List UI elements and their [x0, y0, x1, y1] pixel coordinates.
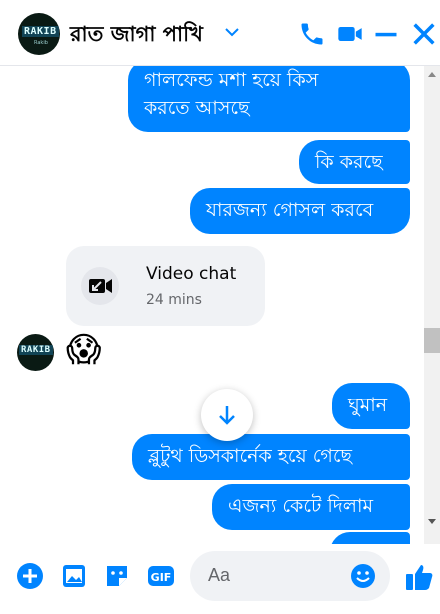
contact-avatar[interactable]: RAKIB Rakib	[18, 13, 60, 55]
emoji-icon[interactable]	[350, 563, 376, 589]
reaction-emoji[interactable]: 😱	[66, 330, 101, 370]
video-chat-duration: 24 mins	[146, 292, 202, 308]
svg-text:GIF: GIF	[151, 571, 172, 584]
avatar-label: RAKIB	[19, 345, 53, 355]
message-bubble[interactable]: ঘুমান	[332, 383, 410, 429]
message-bubble[interactable]: কি করছে	[299, 140, 410, 184]
scrollbar-thumb[interactable]	[424, 328, 440, 353]
photo-icon[interactable]	[59, 561, 89, 591]
message-text: করতে আসছে	[144, 97, 250, 119]
sticker-icon[interactable]	[102, 561, 132, 591]
scrollbar[interactable]	[424, 66, 440, 544]
message-bubble[interactable]: ব্লুটুথ ডিসকার্নেক হয়ে গেছে	[132, 434, 410, 480]
chat-header: RAKIB Rakib রাত জাগা পাখি	[0, 0, 440, 66]
minimize-icon[interactable]	[372, 20, 400, 48]
message-text: যারজন্য গোসল করবে	[206, 199, 374, 221]
video-chat-card[interactable]: Video chat 24 mins	[66, 246, 265, 326]
like-icon[interactable]	[403, 561, 435, 593]
chevron-down-icon[interactable]	[222, 22, 242, 42]
scroll-up-arrow-icon[interactable]	[427, 70, 437, 78]
message-bubble[interactable]	[330, 532, 410, 544]
message-input[interactable]	[206, 564, 350, 587]
avatar-sublabel: Rakib	[34, 40, 48, 46]
video-chat-icon	[81, 267, 119, 305]
message-text: কি করছে	[315, 151, 383, 173]
phone-call-icon[interactable]	[298, 20, 326, 48]
message-bubble[interactable]: যারজন্য গোসল করবে	[190, 188, 410, 234]
message-bubble[interactable]: গালফেন্ড মশা হয়ে কিস করতে আসছে	[128, 66, 410, 132]
arrow-down-icon	[219, 406, 235, 425]
message-composer[interactable]	[190, 551, 390, 601]
message-text: এজন্য কেটে দিলাম	[228, 495, 374, 517]
close-icon[interactable]	[410, 20, 438, 48]
plus-circle-icon[interactable]	[15, 561, 45, 591]
video-call-icon[interactable]	[336, 20, 364, 48]
contact-avatar-small[interactable]: RAKIB	[17, 334, 54, 371]
scroll-to-bottom-button[interactable]	[201, 389, 253, 441]
message-list[interactable]: গালফেন্ড মশা হয়ে কিস করতে আসছে কি করছে …	[0, 66, 440, 544]
video-chat-title: Video chat	[146, 264, 237, 284]
message-text: ব্লুটুথ ডিসকার্নেক হয়ে গেছে	[148, 445, 353, 467]
message-bubble[interactable]: এজন্য কেটে দিলাম	[212, 484, 410, 530]
scroll-down-arrow-icon[interactable]	[427, 518, 437, 526]
message-text: গালফেন্ড মশা হয়ে কিস	[144, 69, 319, 91]
message-text: ঘুমান	[348, 394, 388, 416]
chat-title[interactable]: রাত জাগা পাখি	[70, 18, 203, 53]
gif-icon[interactable]: GIF	[146, 561, 176, 591]
avatar-label: RAKIB	[22, 26, 59, 37]
